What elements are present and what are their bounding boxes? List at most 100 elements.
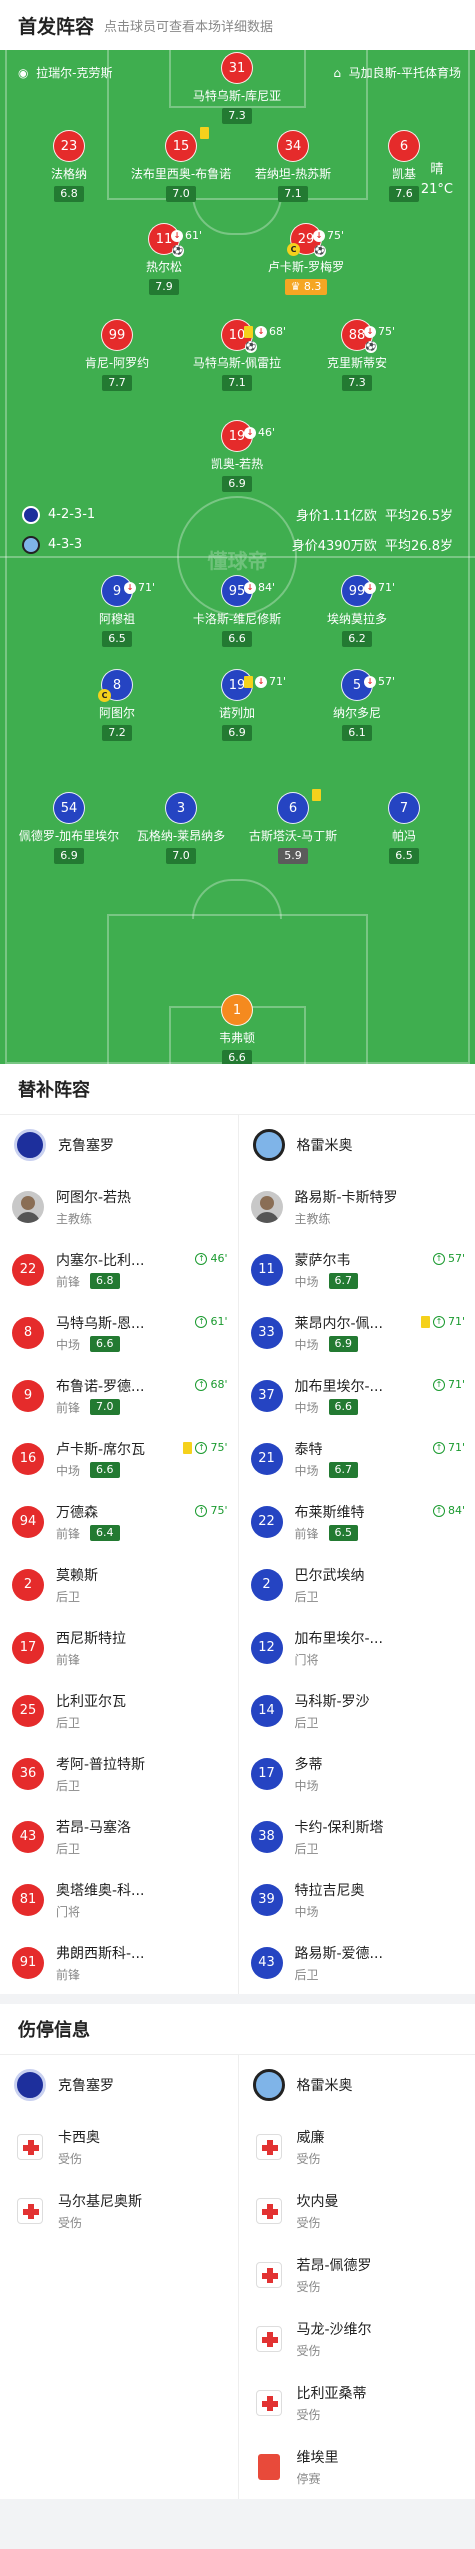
player-events: ↓ 75' [364,316,395,348]
home-player-88[interactable]: 88 ⚽ ↓ 75' 克里斯蒂安 7.3 [297,319,417,391]
home-player-6[interactable]: 6 凯基 7.6 [344,130,464,202]
home-player-34[interactable]: 34 若纳坦-热苏斯 7.1 [233,130,353,202]
player-number: 23 [53,130,85,162]
player-name: 加布里埃尔-... [294,1378,383,1395]
player-position: 门将 [294,1652,319,1667]
away-player-8[interactable]: 8 C 阿图尔 7.2 [57,669,177,741]
coach-avatar [250,1190,283,1223]
player-rating: 7.1 [278,186,308,202]
injury-row[interactable]: 马龙-沙维尔 受伤 [239,2307,475,2371]
sub-player-row[interactable]: 11 蒙萨尔韦 中场 6.7 ↑ 57' [239,1238,475,1301]
home-player-10[interactable]: 10 ⚽ ↓ 68' 马特乌斯-佩雷拉 7.1 [177,319,297,391]
sub-player-row[interactable]: 39 特拉吉尼奥 中场 [239,1868,475,1931]
away-player-1[interactable]: 1 韦弗顿 6.6 [177,994,297,1064]
sub-out-icon: ↓ [364,326,376,338]
sub-out-icon: ↓ [244,582,256,594]
home-player-23[interactable]: 23 法格纳 6.8 [9,130,129,202]
sub-player-row[interactable]: 16 卢卡斯-席尔瓦 中场 6.6 ↑ 75' [0,1427,238,1490]
player-rating: 6.8 [54,186,84,202]
sub-player-row[interactable]: 38 卡约-保利斯塔 后卫 [239,1805,475,1868]
player-name: 卡西奥 [58,2130,100,2146]
away-team-header[interactable]: 格雷米奥 [239,2055,475,2115]
away-player-7[interactable]: 7 帕冯 6.5 [344,792,464,864]
medical-kit-icon [255,2198,282,2224]
player-name: 韦弗顿 [218,1031,255,1045]
player-rating: 6.2 [342,631,372,647]
sub-player-row[interactable]: 14 马科斯-罗沙 后卫 [239,1679,475,1742]
player-rating: 7.0 [166,848,196,864]
away-player-9[interactable]: 9 ↓ 71' 阿穆祖 6.5 [57,575,177,647]
player-events: ↓ 71' [364,572,395,604]
away-player-6[interactable]: 6 古斯塔沃-马丁斯 5.9 [233,789,353,864]
home-player-99[interactable]: 99 肯尼-阿罗约 7.7 [57,319,177,391]
player-position: 后卫 [294,1589,319,1604]
away-player-99[interactable]: 99 ↓ 71' 埃纳莫拉多 6.2 [297,575,417,647]
away-player-54[interactable]: 54 佩德罗-加布里埃尔 6.9 [9,792,129,864]
injury-row[interactable]: 卡西奥 受伤 [0,2115,238,2179]
player-name: 加布里埃尔-... [294,1630,383,1647]
sub-in-event: ↑ 75' [195,1504,228,1517]
injury-row[interactable]: 威廉 受伤 [239,2115,475,2179]
player-rating: 6.9 [222,725,252,741]
home-formation-row: 4-2-3-1 身价1.11亿欧 平均26.5岁 [22,505,453,524]
player-name: 肯尼-阿罗约 [84,356,150,370]
sub-player-row[interactable]: 17 西尼斯特拉 前锋 [0,1616,238,1679]
sub-player-row[interactable]: 22 布莱斯维特 前锋 6.5 ↑ 84' [239,1490,475,1553]
player-name: 卡约-保利斯塔 [294,1819,384,1836]
cruzeiro-crest-icon [22,505,40,524]
sub-player-row[interactable]: 22 内塞尔-比利... 前锋 6.8 ↑ 46' [0,1238,238,1301]
sub-in-icon: ↑ [432,1378,445,1391]
sub-player-row[interactable]: 9 布鲁诺-罗德... 前锋 7.0 ↑ 68' [0,1364,238,1427]
injury-row[interactable]: 维埃里 停赛 [239,2435,475,2499]
player-name: 诺列加 [218,706,255,720]
away-player-3[interactable]: 3 瓦格纳-莱昂纳多 7.0 [121,792,241,864]
home-player-31[interactable]: 31 马特乌斯-库尼亚 7.3 [177,52,297,124]
sub-out-icon: ↓ [171,230,183,242]
home-team-header[interactable]: 克鲁塞罗 [0,2055,238,2115]
coach-name: 路易斯-卡斯特罗 [294,1189,398,1206]
home-player-15[interactable]: 15 法布里西奥-布鲁诺 7.0 [121,127,241,202]
player-position: 中场 [56,1337,81,1352]
away-player-5[interactable]: 5 ↓ 57' 纳尔多尼 6.1 [297,669,417,741]
injury-row[interactable]: 马尔基尼奥斯 受伤 [0,2179,238,2243]
away-coach[interactable]: 路易斯-卡斯特罗 主教练 [239,1175,475,1238]
pitch: ◉ 拉瑞尔-克劳斯 ⌂ 马加良斯-平托体育场 晴 21°C 懂球帝 31 马特乌… [0,50,475,1064]
player-name: 坎内曼 [296,2194,339,2210]
away-player-95[interactable]: 95 ↓ 84' 卡洛斯-维尼修斯 6.6 [177,575,297,647]
sub-player-row[interactable]: 94 万德森 前锋 6.4 ↑ 75' [0,1490,238,1553]
sub-player-row[interactable]: 43 路易斯-爱德... 后卫 [239,1931,475,1994]
injury-row[interactable]: 若昂-佩德罗 受伤 [239,2243,475,2307]
away-team-header[interactable]: 格雷米奥 [239,1115,475,1175]
sub-in-icon: ↑ [432,1315,445,1328]
sub-player-row[interactable]: 25 比利亚尔瓦 后卫 [0,1679,238,1742]
sub-player-row[interactable]: 43 若昂-马塞洛 后卫 [0,1805,238,1868]
sub-player-row[interactable]: 36 考阿-普拉特斯 后卫 [0,1742,238,1805]
sub-in-icon: ↑ [195,1378,208,1391]
home-player-11[interactable]: 11 ⚽ ↓ 61' 热尔松 7.9 [104,223,224,295]
sub-player-row[interactable]: 33 莱昂内尔-佩... 中场 6.9 ↑ 71' [239,1301,475,1364]
player-position: 门将 [56,1904,81,1919]
sub-player-row[interactable]: 17 多蒂 中场 [239,1742,475,1805]
injury-row[interactable]: 坎内曼 受伤 [239,2179,475,2243]
away-player-19[interactable]: 19 ↓ 71' 诺列加 6.9 [177,669,297,741]
home-player-19[interactable]: 19 ↓ 46' 凯奥-若热 6.9 [177,420,297,492]
sub-player-row[interactable]: 81 奥塔维奥-科... 门将 [0,1868,238,1931]
player-rating: 7.0 [90,1399,120,1415]
sub-player-row[interactable]: 21 泰特 中场 6.7 ↑ 71' [239,1427,475,1490]
sub-player-row[interactable]: 12 加布里埃尔-... 门将 [239,1616,475,1679]
sub-player-row[interactable]: 2 莫赖斯 后卫 [0,1553,238,1616]
home-coach[interactable]: 阿图尔-若热 主教练 [0,1175,238,1238]
player-number: 8 [12,1316,44,1349]
injury-row[interactable]: 比利亚桑蒂 受伤 [239,2371,475,2435]
player-number: 10 ⚽ ↓ 68' [221,319,286,353]
sub-player-row[interactable]: 37 加布里埃尔-... 中场 6.6 ↑ 71' [239,1364,475,1427]
player-name: 马特乌斯-恩... [56,1315,145,1332]
sub-player-row[interactable]: 8 马特乌斯-恩... 中场 6.6 ↑ 61' [0,1301,238,1364]
cruzeiro-crest-icon [14,1129,46,1161]
sub-player-row[interactable]: 2 巴尔武埃纳 后卫 [239,1553,475,1616]
player-number: 43 [250,1946,283,1979]
home-player-29[interactable]: 29 C ⚽ ↓ 75' 卢卡斯-罗梅罗 ♛ 8.3 [246,223,366,295]
away-subs-column: 格雷米奥 路易斯-卡斯特罗 主教练 11 蒙萨尔韦 中场 6.7 ↑ 57' 33 莱昂内尔-佩… [237,1115,475,1994]
home-team-header[interactable]: 克鲁塞罗 [0,1115,238,1175]
sub-player-row[interactable]: 91 弗朗西斯科-... 前锋 [0,1931,238,1994]
